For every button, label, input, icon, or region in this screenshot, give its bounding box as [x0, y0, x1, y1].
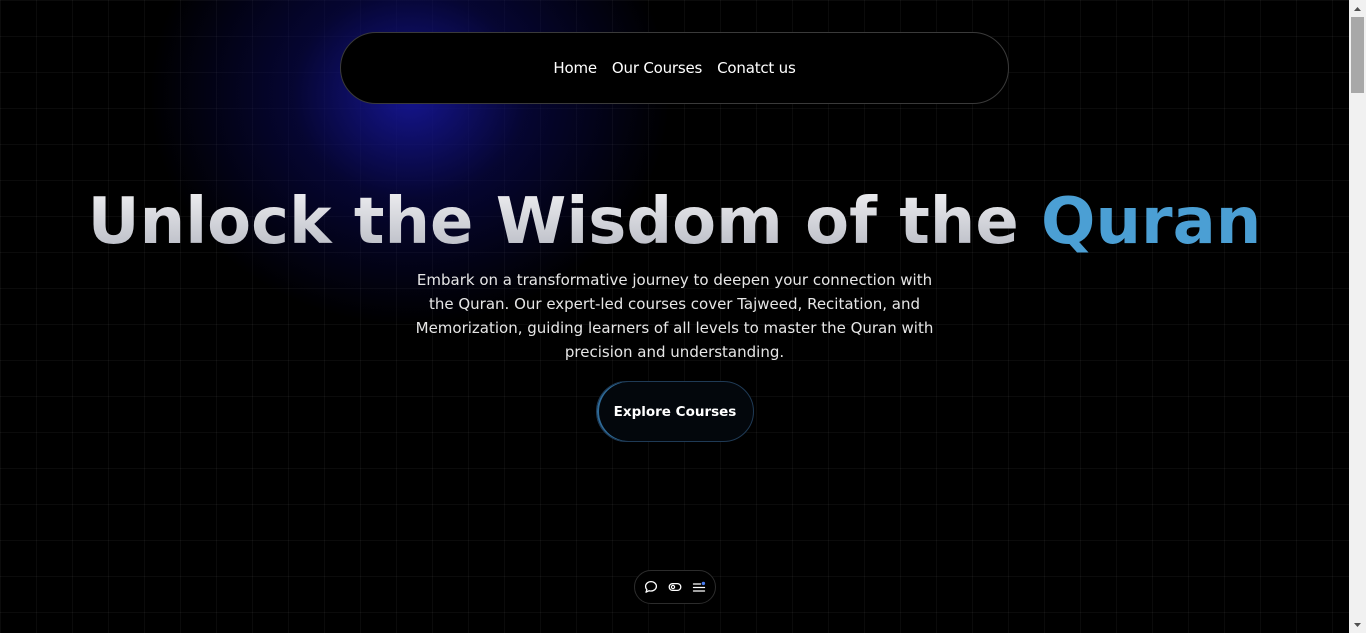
scroll-up-arrow-icon[interactable] — [1349, 0, 1366, 17]
toggle-icon[interactable] — [668, 580, 683, 595]
menu-list-icon[interactable] — [692, 580, 707, 595]
nav-our-courses-link[interactable]: Our Courses — [612, 59, 702, 77]
nav-home-link[interactable]: Home — [553, 59, 597, 77]
hero-title-accent: Quran — [1041, 185, 1262, 259]
nav-contact-link[interactable]: Conatct us — [717, 59, 796, 77]
hero-description: Embark on a transformative journey to de… — [415, 271, 934, 361]
explore-courses-button[interactable]: Explore Courses — [596, 381, 754, 442]
scrollbar-thumb[interactable] — [1351, 17, 1364, 93]
scroll-down-arrow-icon[interactable] — [1349, 616, 1366, 633]
vertical-scrollbar[interactable] — [1349, 0, 1366, 633]
floating-toolbar — [634, 570, 716, 604]
chat-icon[interactable] — [644, 580, 659, 595]
page-viewport: Home Our Courses Conatct us Unlock the W… — [0, 0, 1349, 633]
hero-title: Unlock the Wisdom of the Quran — [0, 182, 1349, 262]
top-navbar: Home Our Courses Conatct us — [340, 32, 1009, 104]
hero-title-main: Unlock the Wisdom of the — [87, 185, 1019, 259]
